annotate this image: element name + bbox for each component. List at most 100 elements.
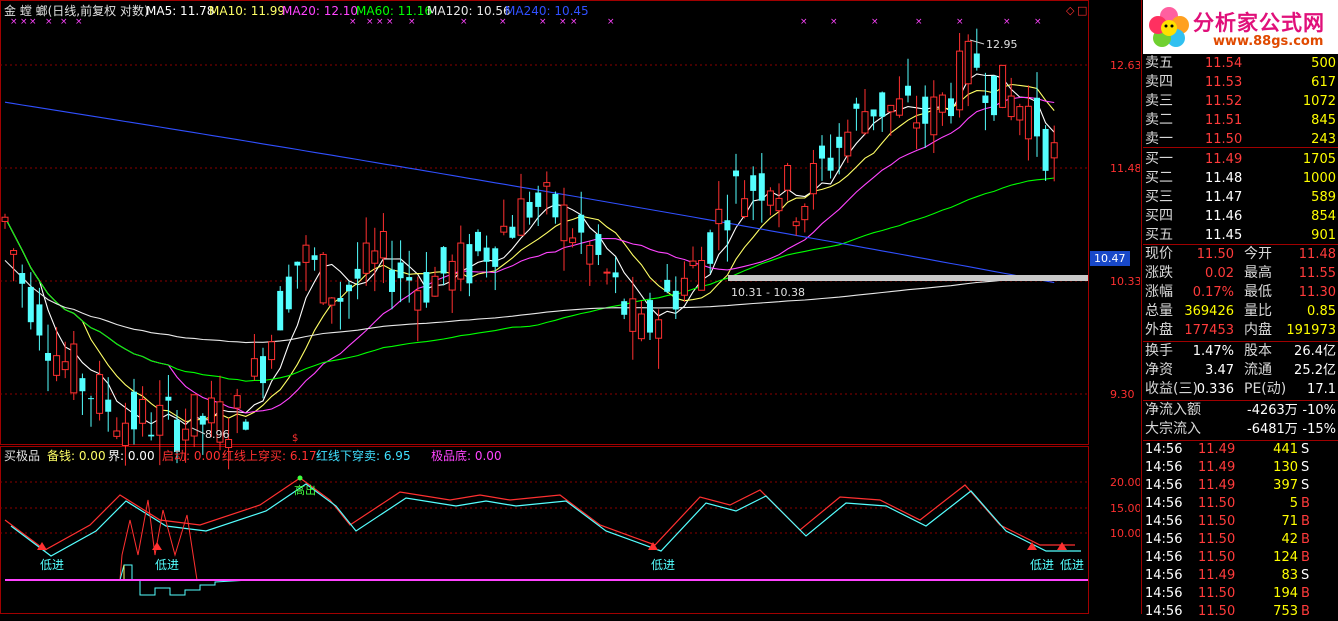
candle-body bbox=[991, 75, 997, 116]
trade-time: 14:56 bbox=[1145, 514, 1183, 529]
trade-side: B bbox=[1301, 532, 1310, 547]
trade-price: 11.49 bbox=[1198, 460, 1236, 475]
trade-volume: 753 bbox=[1273, 604, 1298, 619]
candle-body bbox=[956, 50, 964, 111]
ask-row-3[interactable]: 卖三 11.52 1072 bbox=[1143, 92, 1338, 111]
candle-body bbox=[233, 395, 241, 409]
quote-value: 369426 bbox=[1184, 304, 1234, 319]
indicator-param-4: 红线下穿卖: 6.95 bbox=[316, 448, 411, 463]
quote-label-2: 量比 bbox=[1244, 303, 1272, 319]
signal-low-arrow bbox=[1057, 542, 1067, 550]
fund-value: 1.47% bbox=[1192, 344, 1234, 359]
fund-label: 换手 bbox=[1145, 343, 1173, 359]
fund-label: 收益(三) bbox=[1145, 381, 1198, 397]
trade-volume: 42 bbox=[1281, 532, 1298, 547]
candle-body bbox=[724, 220, 731, 231]
x-marker: × bbox=[871, 17, 879, 27]
indicator-tick-0: 20.00 bbox=[1110, 476, 1140, 489]
quote-value-2: 0.85 bbox=[1307, 304, 1336, 319]
trade-volume: 194 bbox=[1273, 586, 1298, 601]
orderbook-divider bbox=[1143, 147, 1338, 148]
trade-volume: 71 bbox=[1281, 514, 1298, 529]
candle-body bbox=[27, 286, 34, 323]
square-icon[interactable]: □ bbox=[1077, 4, 1087, 17]
trade-time: 14:56 bbox=[1145, 460, 1183, 475]
ob-volume: 1705 bbox=[1302, 152, 1336, 167]
candle-body bbox=[853, 103, 860, 109]
x-marker: × bbox=[376, 17, 384, 27]
trade-row: 14:56 11.49 397 S bbox=[1143, 477, 1338, 495]
resistance-band bbox=[728, 275, 1088, 281]
candle-body bbox=[887, 104, 895, 113]
ob-volume: 589 bbox=[1311, 190, 1336, 205]
candle-body bbox=[586, 244, 594, 265]
trade-price: 11.49 bbox=[1198, 442, 1236, 457]
trade-side: S bbox=[1301, 568, 1310, 583]
candle-body bbox=[895, 98, 903, 116]
bid-row-3[interactable]: 买三 11.47 589 bbox=[1143, 188, 1338, 207]
trade-price: 11.50 bbox=[1198, 496, 1236, 511]
trade-ticks[interactable]: 14:56 11.49 441 S 14:56 11.49 130 S 14:56 11.49 39… bbox=[1143, 441, 1338, 619]
ma-label-1: MA10: 11.99 bbox=[209, 4, 285, 18]
signal-low-label: 低进 bbox=[651, 558, 675, 572]
indicator-param-3: 红线上穿买: 6.17 bbox=[222, 448, 317, 463]
candle-body bbox=[475, 231, 481, 252]
candle-body bbox=[715, 208, 723, 225]
candle-body bbox=[406, 277, 413, 281]
bid-row-5[interactable]: 买五 11.45 901 bbox=[1143, 226, 1338, 245]
candle-body bbox=[948, 98, 954, 117]
candle-body bbox=[337, 297, 344, 302]
x-marker: × bbox=[1003, 17, 1011, 27]
diamond-icon[interactable]: ◇ bbox=[1066, 4, 1075, 17]
ob-price: 11.52 bbox=[1205, 94, 1243, 109]
candle-body bbox=[362, 242, 370, 274]
header-title: 金 螳 螂(日线,前复权 对数) bbox=[4, 3, 149, 18]
signal-low-label: 低进 bbox=[155, 558, 179, 572]
candle-body bbox=[698, 259, 706, 291]
indicator-params: 备钱: 0.00 界: 0.00 启动: 0.00 红线上穿买: 6.17 红线下穿卖:… bbox=[47, 448, 502, 463]
quote-row-0: 现价 11.50 今开 11.48 bbox=[1143, 245, 1338, 264]
candle-body bbox=[319, 253, 327, 304]
x-marker: × bbox=[408, 17, 416, 27]
candle-body bbox=[483, 247, 490, 262]
quote-label-2: 最高 bbox=[1244, 265, 1272, 281]
candle-body bbox=[70, 343, 78, 394]
signal-high-dot bbox=[297, 475, 303, 481]
candle-body bbox=[647, 300, 653, 333]
x-marker: × bbox=[499, 17, 507, 27]
ma-line-5 bbox=[4, 73, 1055, 426]
candle-body bbox=[905, 85, 911, 96]
ask-row-1[interactable]: 卖五 11.54 500 bbox=[1143, 54, 1338, 73]
price-tick-1: 11.48 bbox=[1110, 162, 1140, 175]
bid-row-2[interactable]: 买二 11.48 1000 bbox=[1143, 169, 1338, 188]
flow-label: 大宗流入 bbox=[1145, 421, 1201, 437]
quote-value: 177453 bbox=[1184, 323, 1234, 338]
signal-high-label: 高出 bbox=[294, 483, 316, 497]
signal-low-label: 低进 bbox=[40, 558, 64, 572]
candle-body bbox=[457, 242, 465, 280]
flow-percent: -10% bbox=[1302, 403, 1336, 418]
x-marker: × bbox=[10, 17, 18, 27]
candle-body bbox=[621, 301, 628, 315]
flow-row-0: 净流入额 -4263万 -10% bbox=[1143, 401, 1338, 420]
flow-label: 净流入额 bbox=[1145, 402, 1201, 418]
candle-body bbox=[294, 261, 301, 266]
trade-volume: 397 bbox=[1273, 478, 1298, 493]
candle-body bbox=[45, 352, 51, 361]
ask-row-4[interactable]: 卖二 11.51 845 bbox=[1143, 111, 1338, 130]
candle-body bbox=[569, 237, 577, 244]
trade-volume: 83 bbox=[1281, 568, 1298, 583]
low-label: 8.96 bbox=[205, 428, 230, 441]
x-marker: × bbox=[1034, 17, 1042, 27]
trade-row: 14:56 11.50 124 B bbox=[1143, 549, 1338, 567]
fund-value-2: 17.1 bbox=[1307, 382, 1336, 397]
ask-row-2[interactable]: 卖四 11.53 617 bbox=[1143, 73, 1338, 92]
bid-row-1[interactable]: 买一 11.49 1705 bbox=[1143, 150, 1338, 169]
candle-body bbox=[53, 355, 61, 376]
candle-body bbox=[930, 96, 938, 136]
candle-body bbox=[973, 53, 980, 68]
kline-chart[interactable]: 金 螳 螂(日线,前复权 对数) MA5: 11.78MA10: 11.99MA… bbox=[0, 0, 1140, 614]
bid-row-4[interactable]: 买四 11.46 854 bbox=[1143, 207, 1338, 226]
trade-price: 11.50 bbox=[1198, 604, 1236, 619]
candle-body bbox=[397, 262, 404, 279]
